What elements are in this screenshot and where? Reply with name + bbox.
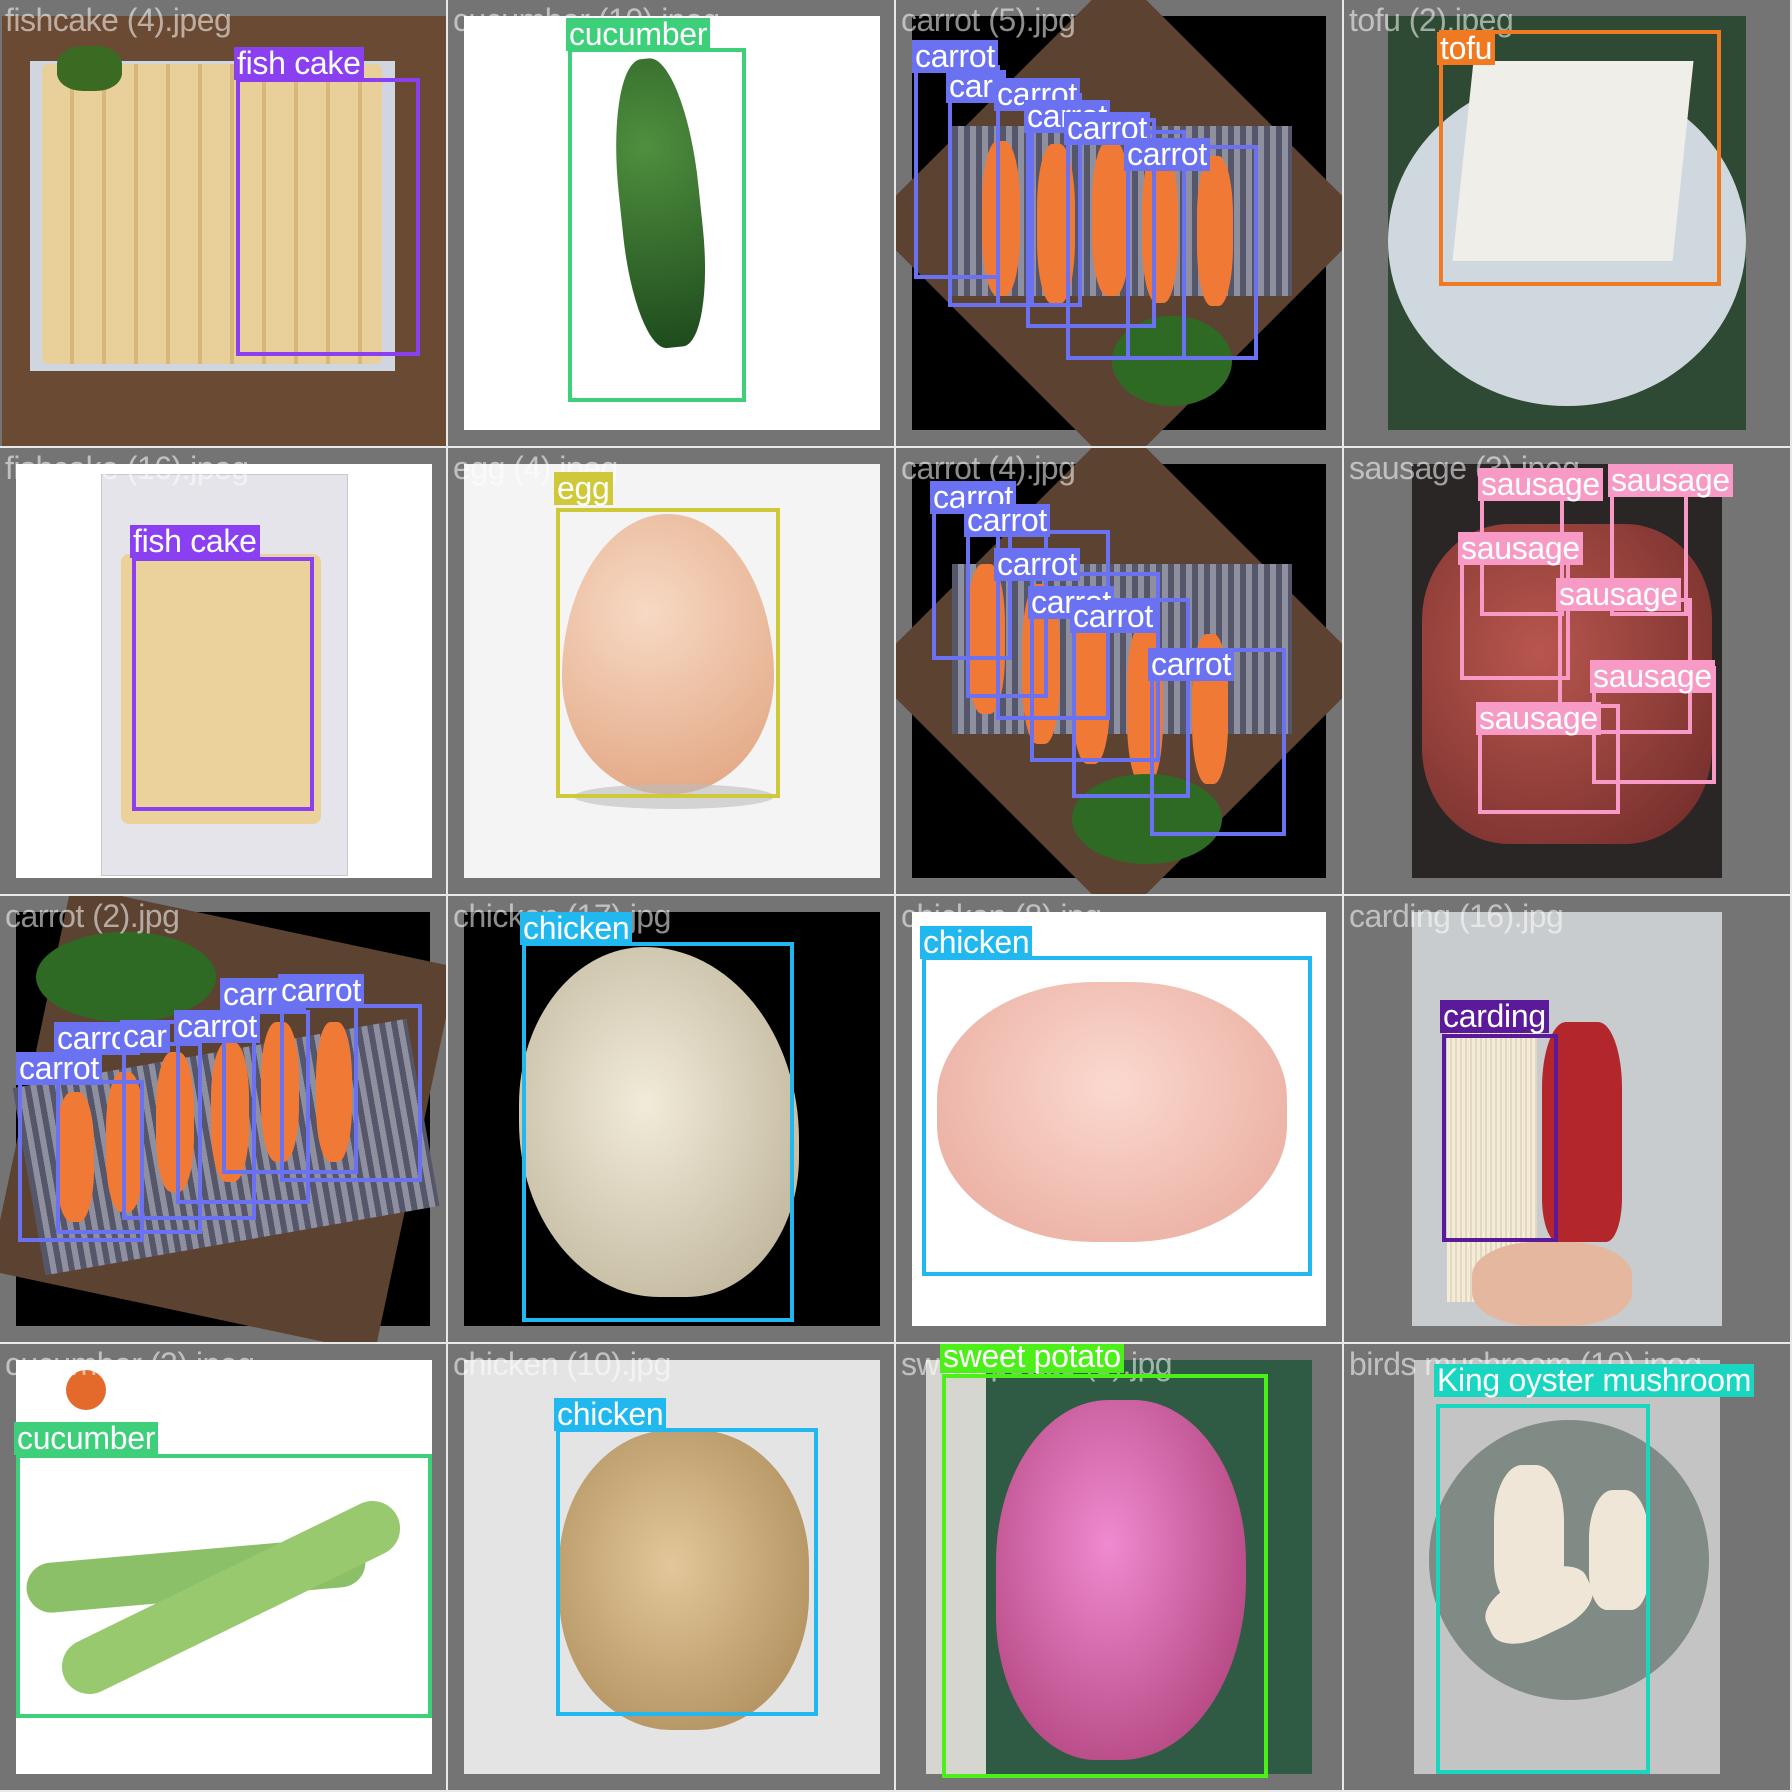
bbox-tofu xyxy=(1439,30,1721,286)
image-filename: fishcake (4).jpeg xyxy=(5,2,232,38)
image-filename: fishcake (16).jpeg xyxy=(5,450,249,486)
bbox-label-carrot: carrot xyxy=(174,1010,260,1043)
bbox-label-king-oyster-mushroom: King oyster mushroom xyxy=(1434,1364,1755,1397)
bbox-sweet-potato xyxy=(942,1374,1268,1778)
bbox-label-sausage: sausage xyxy=(1458,532,1583,565)
bbox-label-cucumber: cucumber xyxy=(566,18,711,51)
bbox-label-carrot: carrot xyxy=(994,548,1080,581)
image-filename: cucumber (3).jpeg xyxy=(5,1346,255,1382)
bbox-fish-cake xyxy=(132,557,314,811)
mosaic-cell-fishcake-16: fishcake (16).jpeg fish cake xyxy=(0,448,448,896)
bbox-chicken xyxy=(522,942,794,1322)
mosaic-cell-chicken-10: chicken (10).jpg chicken xyxy=(448,1344,896,1792)
mosaic-cell-cucumber-10: cucumber (10).jpeg cucumber xyxy=(448,0,896,448)
bbox-label-chicken: chicken xyxy=(520,912,633,945)
bbox-carrot-6 xyxy=(1126,145,1258,360)
bbox-carding xyxy=(1442,1034,1558,1242)
bbox-label-carrot: carrot xyxy=(278,974,364,1007)
hand xyxy=(1472,1242,1632,1326)
image-filename: carrot (2).jpg xyxy=(5,898,180,934)
mosaic-cell-cucumber-3: cucumber (3).jpeg cucumber xyxy=(0,1344,448,1792)
bbox-cucumber xyxy=(16,1454,432,1718)
bbox-label-carding: carding xyxy=(1440,1000,1549,1033)
mosaic-cell-sausage-3: sausage (3).jpeg sausage sausage sausage… xyxy=(1344,448,1792,896)
mosaic-cell-birds-mushroom-10: birds mushroom (10).jpeg King oyster mus… xyxy=(1344,1344,1792,1792)
bbox-fish-cake xyxy=(236,78,420,356)
bbox-label-sausage: sausage xyxy=(1556,578,1681,611)
bbox-label-cucumber: cucumber xyxy=(14,1422,159,1455)
bbox-label-sausage: sausage xyxy=(1478,468,1603,501)
bbox-label-carrot: car xyxy=(120,1020,170,1053)
bbox-label-chicken: chicken xyxy=(920,926,1033,959)
bbox-label-carrot: carrot xyxy=(964,504,1050,537)
mosaic-cell-carrot-5: carrot (5).jpg carrot carr carrot carrot… xyxy=(896,0,1344,448)
bbox-cucumber xyxy=(568,48,746,402)
mosaic-cell-carrot-4: carrot (4).jpg carrot carrot carrot carr… xyxy=(896,448,1344,896)
bbox-label-chicken: chicken xyxy=(554,1398,667,1431)
bbox-label-sausage: sausage xyxy=(1608,464,1733,497)
bbox-label-carrot: carrot xyxy=(16,1052,102,1085)
bbox-label-sweet-potato: sweet potato xyxy=(940,1344,1124,1373)
bbox-label-carrot: carrot xyxy=(1148,648,1234,681)
bbox-label-carrot: carrot xyxy=(1124,138,1210,171)
mosaic-cell-egg-4: egg (4).jpeg egg xyxy=(448,448,896,896)
image-filename: chicken (10).jpg xyxy=(453,1346,671,1382)
bbox-chicken xyxy=(922,956,1312,1276)
bbox-label-tofu: tofu xyxy=(1437,32,1496,65)
image-filename: carrot (5).jpg xyxy=(901,2,1076,38)
bbox-label-carrot: carrot xyxy=(1070,600,1156,633)
bbox-egg xyxy=(556,508,780,798)
bbox-king-oyster-mushroom xyxy=(1436,1404,1650,1774)
bbox-label-sausage: sausage xyxy=(1476,702,1601,735)
bbox-label-sausage: sausage xyxy=(1590,660,1715,693)
bbox-carrot-6 xyxy=(280,1004,422,1182)
mosaic-cell-sweet-potato-5: sweet potato (5).jpg sweet potato xyxy=(896,1344,1344,1792)
image-filename: carding (16).jpg xyxy=(1349,898,1564,934)
mosaic-cell-tofu-2: tofu (2).jpeg tofu xyxy=(1344,0,1792,448)
mosaic-cell-chicken-8: chicken (8).jpg chicken xyxy=(896,896,1344,1344)
bbox-sausage-3 xyxy=(1460,552,1570,680)
bbox-chicken xyxy=(556,1428,818,1716)
mosaic-cell-fishcake-4: fishcake (4).jpeg fish cake xyxy=(0,0,448,448)
bbox-label-fish-cake: fish cake xyxy=(234,47,364,80)
mosaic-cell-chicken-17: chicken (17).jpg chicken xyxy=(448,896,896,1344)
mosaic-cell-carrot-2: carrot (2).jpg carrot carrot carrot carr… xyxy=(0,896,448,1344)
parsley-garnish xyxy=(57,46,122,91)
mosaic-cell-carding-16: carding (16).jpg carding xyxy=(1344,896,1792,1344)
bbox-label-egg: egg xyxy=(554,472,613,505)
bbox-label-fish-cake: fish cake xyxy=(130,525,260,558)
